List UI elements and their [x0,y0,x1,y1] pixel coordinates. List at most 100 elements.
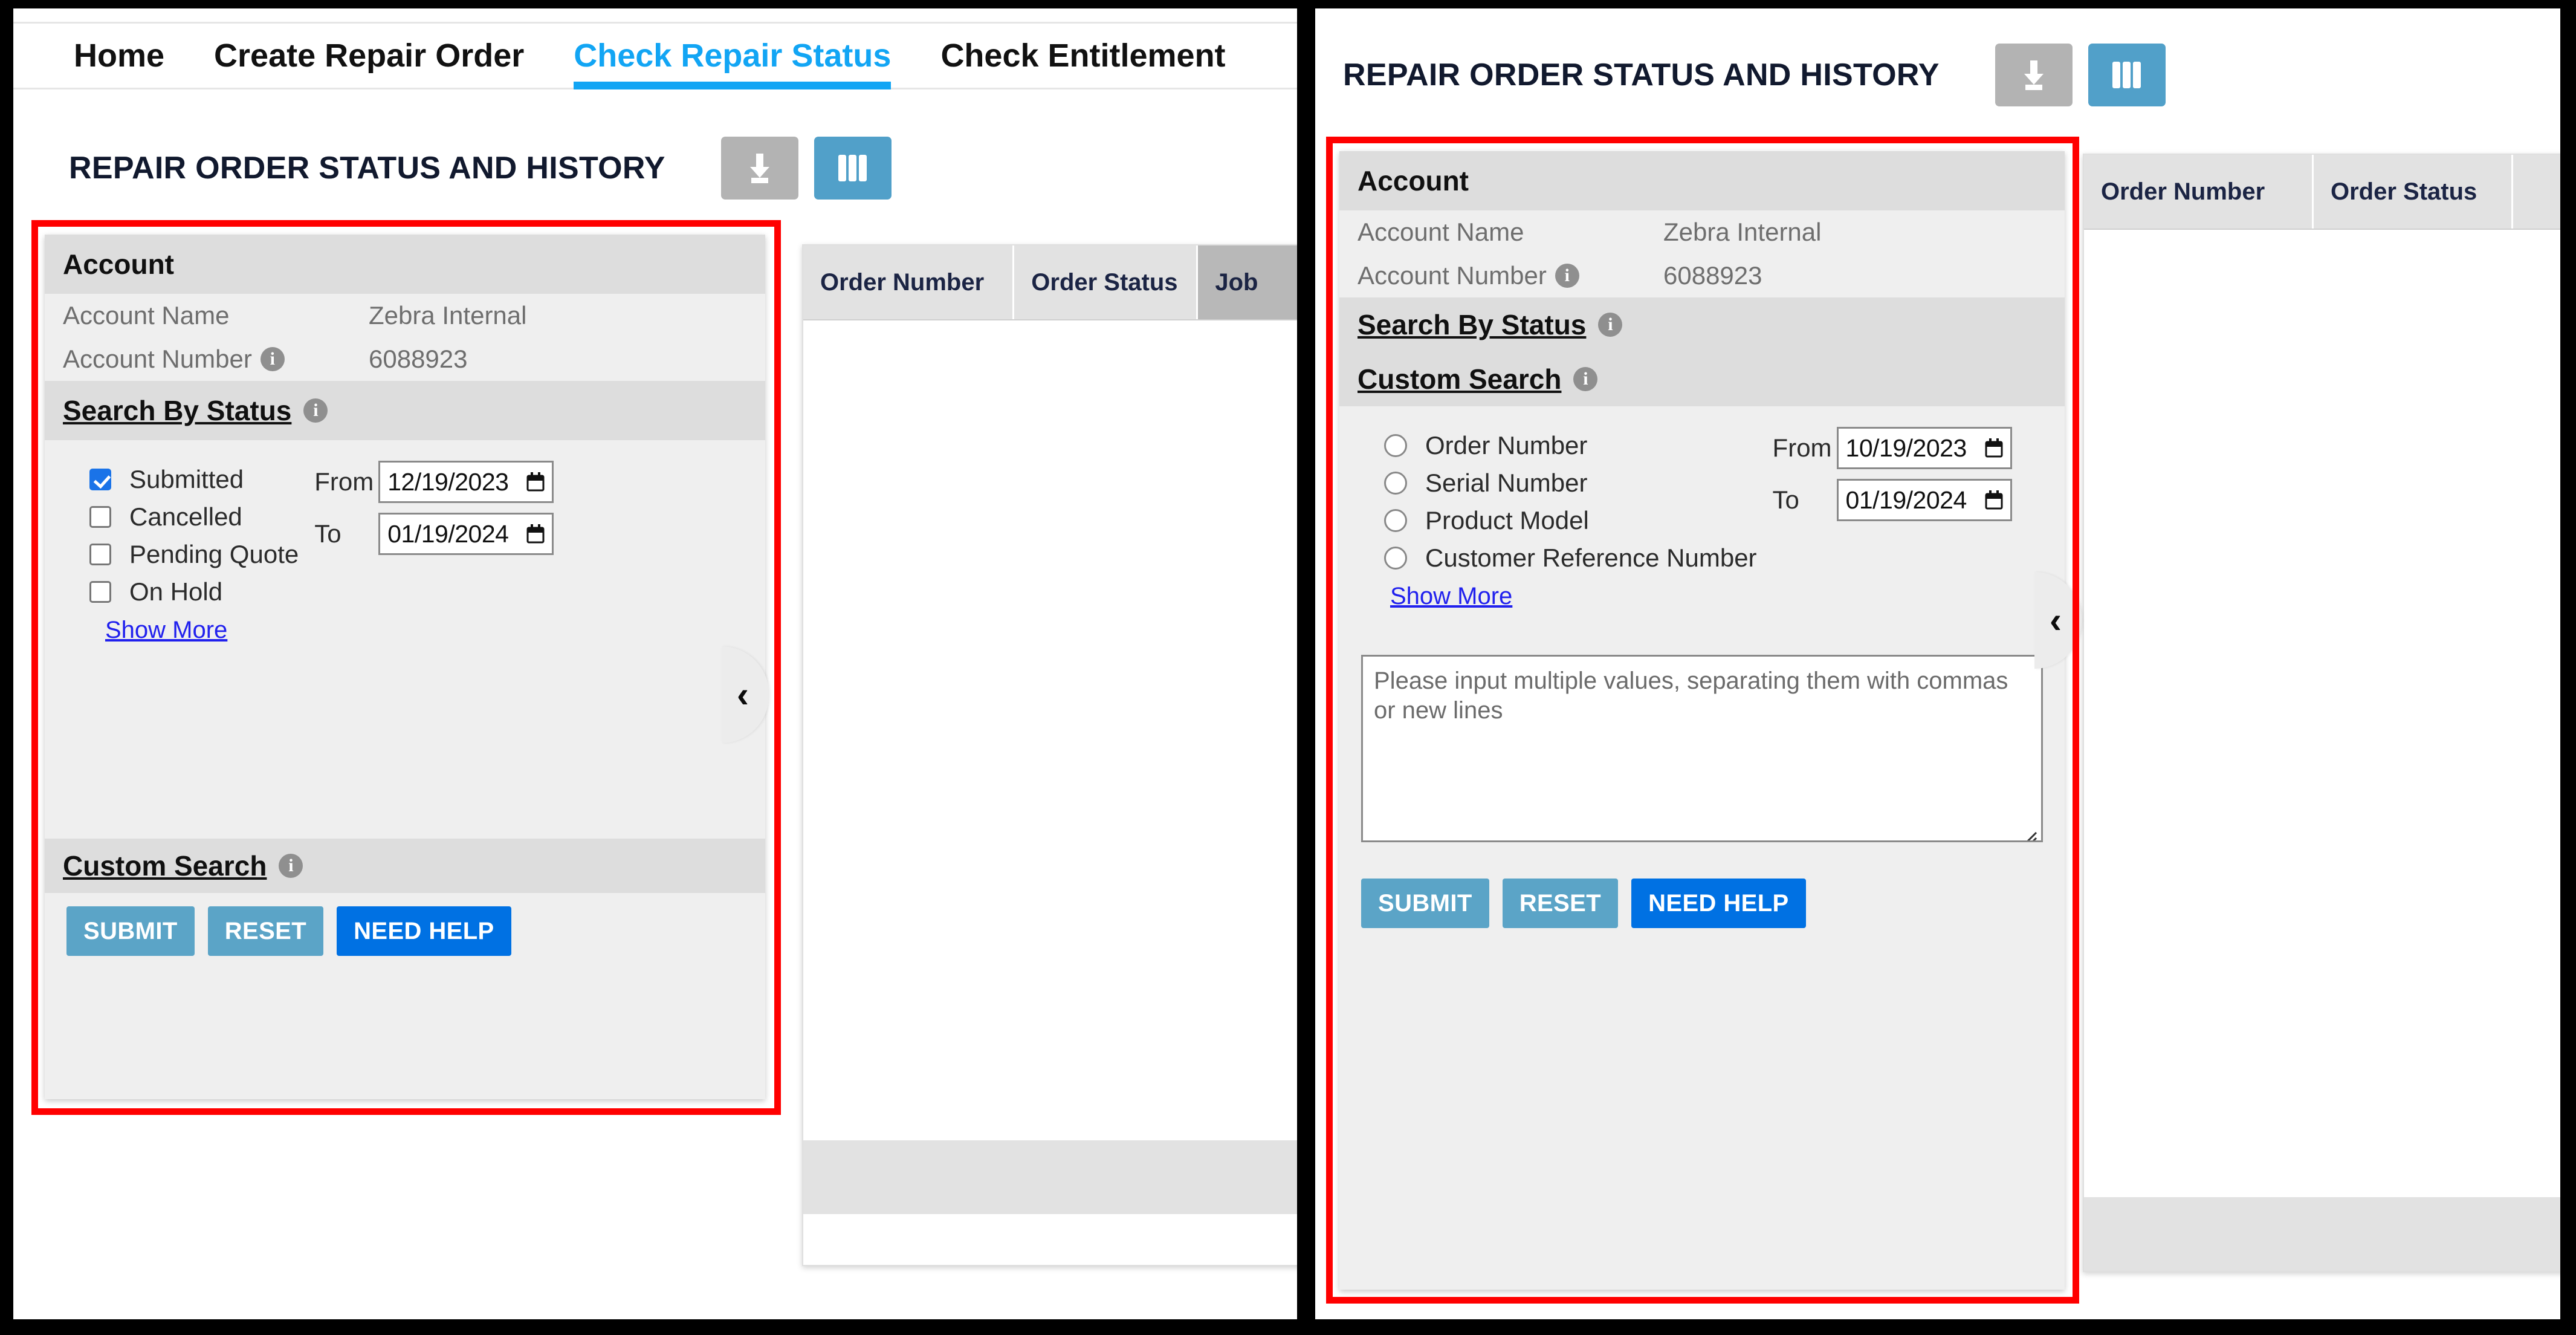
submit-button[interactable]: SUBMIT [1361,879,1489,928]
checkbox-submitted[interactable] [89,469,111,490]
radio-order-number[interactable] [1384,434,1407,457]
checkbox-on-hold[interactable] [89,581,111,603]
account-name-row: Account Name Zebra Internal [45,294,765,337]
calendar-icon[interactable] [526,472,545,492]
reset-button[interactable]: RESET [207,906,324,956]
date-from-row: From 10/19/2023 [1773,427,2012,469]
column-header-order-status[interactable]: Order Status [2314,155,2513,229]
column-header-order-status[interactable]: Order Status [1014,245,1199,319]
checkbox-label: Submitted [129,465,244,493]
date-to-input[interactable]: 01/19/2024 [1836,479,2012,521]
nav-list: Home Create Repair Order Check Repair St… [13,24,1297,89]
results-table: Order Number Order Status Job [802,244,1297,1266]
reset-button[interactable]: RESET [1502,879,1619,928]
info-icon[interactable]: i [303,398,328,423]
table-header-row: Order Number Order Status Job [803,245,1297,320]
info-icon[interactable]: i [1573,367,1598,391]
info-icon[interactable]: i [260,347,285,371]
checkbox-pending-quote[interactable] [89,544,111,565]
nav-item-label: Check Entitlement [940,37,1226,74]
page-title: REPAIR ORDER STATUS AND HISTORY [1343,57,1940,93]
resize-grip-icon[interactable] [2022,822,2037,840]
account-section-label: Account [1358,165,1469,197]
checkbox-row-on-hold[interactable]: On Hold [89,573,299,611]
need-help-button[interactable]: NEED HELP [1631,879,1806,928]
date-from-value: 10/19/2023 [1845,434,1967,462]
page-title: REPAIR ORDER STATUS AND HISTORY [69,151,665,186]
account-section-label: Account [63,248,174,280]
download-button[interactable] [720,137,798,200]
columns-button[interactable] [814,137,892,200]
custom-search-label[interactable]: Custom Search [1358,363,1561,395]
column-header-job[interactable]: Job [1198,245,1297,319]
search-by-status-header[interactable]: Search By Status i [45,381,765,440]
status-options-area: Submitted Cancelled Pending Quote On Hol… [45,440,765,611]
checkbox-cancelled[interactable] [89,506,111,528]
download-icon [744,151,775,185]
radio-label: Serial Number [1425,469,1588,497]
show-more-link[interactable]: Show More [1384,583,1757,610]
show-more-link[interactable]: Show More [45,617,765,644]
collapse-panel-handle[interactable]: ‹ [2034,572,2082,669]
columns-button[interactable] [2088,44,2166,106]
nav-item-home[interactable]: Home [74,24,164,88]
info-icon[interactable]: i [1598,313,1623,337]
info-icon[interactable]: i [279,854,303,878]
date-from-input[interactable]: 10/19/2023 [1836,427,2012,469]
account-name-label: Account Name [1358,218,1524,246]
radio-customer-reference-number[interactable] [1384,547,1407,570]
account-number-label: Account Number i [63,345,360,374]
nav-item-check-entitlement[interactable]: Check Entitlement [940,24,1225,88]
search-by-status-label[interactable]: Search By Status [1358,308,1586,341]
account-number-row: Account Number i 6088923 [45,337,765,381]
two-panel-screenshot-composite: Home Create Repair Order Check Repair St… [0,0,2576,1335]
date-from-label: From [314,467,374,496]
custom-search-radio-list: Order Number Serial Number Product Model [1339,427,1757,610]
radio-row-product-model[interactable]: Product Model [1384,502,1757,539]
custom-search-header[interactable]: Custom Search i [45,839,765,893]
radio-label: Product Model [1425,506,1589,534]
custom-search-options-area: Order Number Serial Number Product Model [1339,406,2065,610]
custom-search-label[interactable]: Custom Search [63,849,267,882]
custom-search-header[interactable]: Custom Search i [1339,352,2065,406]
checkbox-label: Pending Quote [129,540,299,568]
date-from-label: From [1772,434,1832,462]
radio-product-model[interactable] [1384,509,1407,532]
download-button[interactable] [1995,44,2073,106]
right-app-screen: REPAIR ORDER STATUS AND HISTORY Order Nu… [1315,8,2560,1319]
submit-button[interactable]: SUBMIT [66,906,195,956]
checkbox-row-submitted[interactable]: Submitted [89,461,299,498]
radio-row-serial-number[interactable]: Serial Number [1384,464,1757,502]
calendar-icon[interactable] [1985,438,2003,458]
radio-row-order-number[interactable]: Order Number [1384,427,1757,464]
radio-serial-number[interactable] [1384,472,1407,495]
search-by-status-label[interactable]: Search By Status [63,394,291,427]
date-to-input[interactable]: 01/19/2024 [378,513,554,555]
radio-row-customer-reference-number[interactable]: Customer Reference Number [1384,539,1757,577]
account-number-row: Account Number i 6088923 [1339,254,2065,297]
checkbox-row-pending-quote[interactable]: Pending Quote [89,536,299,573]
info-icon[interactable]: i [1555,264,1579,288]
need-help-button[interactable]: NEED HELP [337,906,511,956]
nav-item-check-repair-status[interactable]: Check Repair Status [574,24,892,89]
nav-item-label: Home [74,37,165,74]
results-table: Order Number Order Status [2083,154,2560,1272]
chevron-left-icon: ‹ [737,674,749,715]
account-name-value: Zebra Internal [369,301,527,330]
account-number-label: Account Number i [1358,261,1655,290]
search-by-status-header[interactable]: Search By Status i [1339,297,2065,352]
column-header-order-number[interactable]: Order Number [803,245,1015,319]
calendar-icon[interactable] [1985,490,2003,510]
calendar-icon[interactable] [526,524,545,544]
main-navigation: Home Create Repair Order Check Repair St… [13,22,1297,89]
date-to-value: 01/19/2024 [1845,486,1967,514]
status-checkbox-list: Submitted Cancelled Pending Quote On Hol… [45,461,299,611]
nav-item-create-repair-order[interactable]: Create Repair Order [214,24,524,88]
checkbox-row-cancelled[interactable]: Cancelled [89,498,299,536]
date-from-input[interactable]: 12/19/2023 [378,461,554,503]
search-filter-panel: Account Account Name Zebra Internal Acco… [45,235,765,1099]
status-filler-space [45,644,765,839]
multi-value-textarea[interactable]: Please input multiple values, separating… [1361,655,2043,842]
date-to-value: 01/19/2024 [387,519,509,548]
column-header-order-number[interactable]: Order Number [2084,155,2314,229]
